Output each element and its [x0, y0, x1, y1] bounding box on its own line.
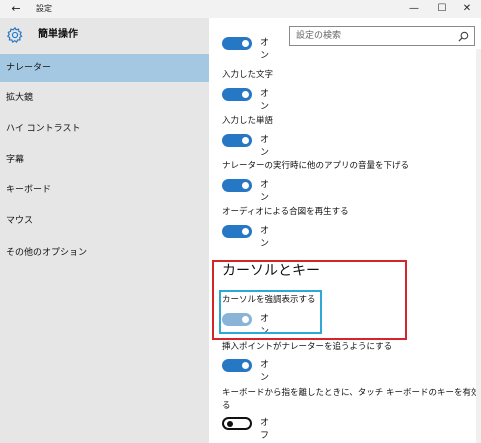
typed-chars-label: 入力した文字	[222, 70, 274, 80]
sidebar-item-magnifier[interactable]: 拡大鏡	[0, 84, 209, 112]
back-arrow-icon[interactable]: ←	[8, 0, 24, 18]
typed-words-toggle[interactable]	[222, 134, 252, 147]
typed-words-label: 入力した単語	[222, 116, 274, 126]
sidebar: 簡単操作 ナレーター 拡大鏡 ハイ コントラスト 字幕 キーボード マウス その…	[0, 18, 209, 443]
scrollbar[interactable]	[476, 49, 481, 443]
sidebar-heading: 簡単操作	[38, 29, 78, 40]
highlight-box-blue	[219, 290, 322, 334]
sidebar-item-high-contrast[interactable]: ハイ コントラスト	[0, 115, 209, 143]
typed-chars-state: オン	[260, 89, 270, 112]
audio-cues-state: オン	[260, 226, 270, 249]
audio-cues-label: オーディオによる合図を再生する	[222, 207, 349, 217]
minimize-button[interactable]: —	[400, 0, 428, 18]
sidebar-item-captions[interactable]: 字幕	[0, 146, 209, 174]
top-toggle-switch[interactable]	[222, 37, 252, 50]
search-icon[interactable]	[458, 31, 469, 42]
touch-keyboard-label-line2: る	[222, 401, 231, 411]
insertion-point-label: 挿入ポイントがナレーターを追うようにする	[222, 342, 393, 352]
sidebar-item-mouse[interactable]: マウス	[0, 207, 209, 235]
sidebar-item-keyboard[interactable]: キーボード	[0, 176, 209, 204]
insertion-point-state: オン	[260, 360, 270, 383]
typed-words-state: オン	[260, 135, 270, 158]
window-title: 設定	[36, 4, 52, 13]
close-button[interactable]: ✕	[453, 0, 481, 18]
lower-volume-toggle[interactable]	[222, 179, 252, 192]
search-input[interactable]: 設定の検索	[296, 27, 341, 45]
touch-keyboard-toggle[interactable]	[222, 417, 252, 430]
sidebar-item-narrator[interactable]: ナレーター	[0, 54, 209, 82]
lower-volume-label: ナレーターの実行時に他のアプリの音量を下げる	[222, 161, 410, 171]
top-toggle-state: オン	[260, 38, 270, 61]
title-bar: ← 設定 — ☐ ✕	[0, 0, 481, 18]
gear-icon	[6, 26, 23, 43]
touch-keyboard-label-line1: キーボードから指を離したときに、タッチ キーボードのキーを有効にす	[222, 388, 481, 398]
lower-volume-state: オン	[260, 180, 270, 203]
sidebar-item-other-options[interactable]: その他のオプション	[0, 239, 209, 267]
touch-keyboard-state: オフ	[260, 418, 270, 441]
search-box[interactable]: 設定の検索	[289, 26, 475, 46]
insertion-point-toggle[interactable]	[222, 359, 252, 372]
audio-cues-toggle[interactable]	[222, 225, 252, 238]
maximize-button[interactable]: ☐	[428, 0, 456, 18]
typed-chars-toggle[interactable]	[222, 88, 252, 101]
